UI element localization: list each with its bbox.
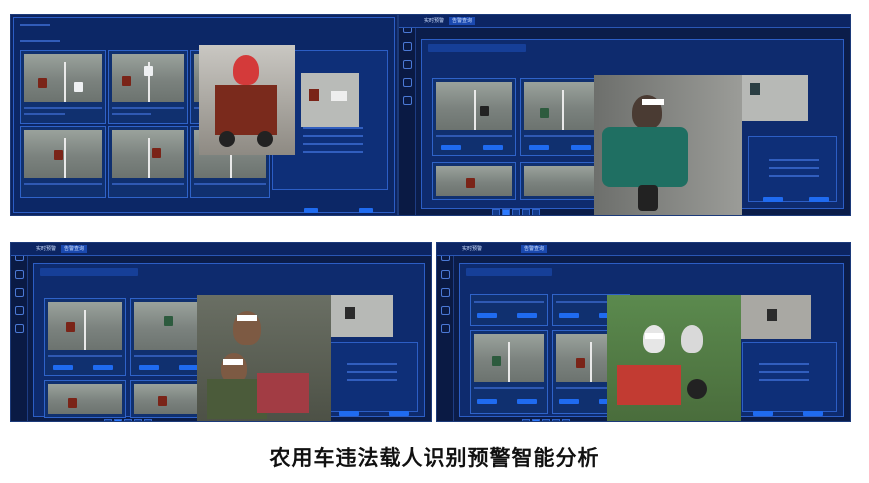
alarm-photo-popup [197, 295, 331, 421]
pagination[interactable] [492, 202, 542, 215]
filter-dropdown[interactable] [466, 268, 552, 276]
cancel-button[interactable] [803, 411, 823, 416]
alarm-photo-thumb [742, 75, 808, 121]
cancel-button[interactable] [359, 208, 373, 213]
sidebar [437, 243, 454, 421]
user-icon[interactable] [14, 324, 24, 333]
tab-query[interactable]: 告警查询 [521, 245, 548, 253]
figure-caption: 农用车违法载人识别预警智能分析 [269, 445, 600, 470]
face-redaction [642, 99, 664, 105]
confirm-button[interactable] [753, 411, 773, 416]
alarm-card[interactable] [108, 50, 188, 124]
pagination[interactable] [104, 412, 154, 421]
panel-subheader [20, 40, 60, 42]
alarm-thumbnail [24, 130, 102, 178]
alarm-thumbnail [524, 166, 600, 196]
screenshot-2: 实时预警 告警查询 [398, 14, 851, 216]
alarm-thumbnail [436, 82, 512, 130]
tab-realtime[interactable]: 实时预警 [33, 245, 59, 253]
alarm-thumbnail [24, 54, 102, 102]
alarm-card[interactable] [108, 126, 188, 198]
pagination[interactable] [522, 412, 572, 421]
face-redaction [237, 315, 257, 321]
pagination[interactable] [134, 208, 154, 214]
alarm-icon[interactable] [402, 42, 412, 51]
alarm-thumbnail [524, 82, 600, 130]
top-bar: 实时预警 告警查询 [399, 15, 850, 28]
alarm-card[interactable] [20, 126, 106, 198]
alarm-card[interactable] [20, 50, 106, 124]
tab-realtime[interactable]: 实时预警 [421, 17, 447, 25]
alarm-photo-thumb [331, 295, 393, 337]
video-icon[interactable] [440, 288, 450, 297]
alarm-photo-popup [199, 45, 295, 155]
alarm-card[interactable] [470, 294, 548, 326]
video-icon[interactable] [14, 288, 24, 297]
detail-panel [748, 136, 837, 202]
tab-query[interactable]: 告警查询 [449, 17, 476, 25]
panel-header [20, 24, 50, 26]
alarm-card[interactable] [44, 298, 126, 376]
cancel-button[interactable] [809, 197, 829, 202]
alarm-photo-thumb [741, 295, 811, 339]
top-bar: 实时预警 告警查询 [437, 243, 850, 256]
alarm-thumbnail [436, 166, 512, 196]
alarm-photo-thumb [301, 73, 359, 127]
alarm-thumbnail [48, 384, 122, 414]
alarm-icon[interactable] [440, 270, 450, 279]
screenshot-1 [10, 14, 398, 216]
screenshot-3: 实时预警 告警查询 [10, 242, 432, 422]
face-redaction [223, 359, 243, 365]
filter-dropdown[interactable] [40, 268, 138, 276]
face-redaction [645, 333, 663, 339]
alarm-photo-popup [594, 75, 742, 215]
confirm-button[interactable] [339, 411, 359, 416]
settings-icon[interactable] [440, 306, 450, 315]
cancel-button[interactable] [389, 411, 409, 416]
settings-icon[interactable] [14, 306, 24, 315]
alarm-card[interactable] [470, 330, 548, 414]
detail-panel [742, 342, 837, 416]
alarm-card[interactable] [520, 78, 604, 156]
confirm-button[interactable] [763, 197, 783, 202]
alarm-thumbnail [474, 334, 544, 382]
detail-panel [330, 342, 418, 416]
sidebar [399, 15, 416, 215]
confirm-button[interactable] [304, 208, 318, 213]
user-icon[interactable] [402, 96, 412, 105]
alarm-thumbnail [112, 54, 184, 102]
filter-dropdown[interactable] [428, 44, 526, 52]
alarm-photo-popup [607, 295, 741, 421]
top-bar: 实时预警 告警查询 [11, 243, 431, 256]
alarm-thumbnail [112, 130, 184, 178]
settings-icon[interactable] [402, 78, 412, 87]
video-icon[interactable] [402, 60, 412, 69]
sidebar [11, 243, 28, 421]
user-icon[interactable] [440, 324, 450, 333]
alarm-icon[interactable] [14, 270, 24, 279]
alarm-card[interactable] [432, 78, 516, 156]
screenshot-4: 实时预警 告警查询 [436, 242, 851, 422]
alarm-card[interactable] [520, 162, 604, 200]
alarm-card[interactable] [432, 162, 516, 200]
tab-query[interactable]: 告警查询 [61, 245, 88, 253]
alarm-thumbnail [48, 302, 122, 350]
tab-realtime[interactable]: 实时预警 [459, 245, 485, 253]
